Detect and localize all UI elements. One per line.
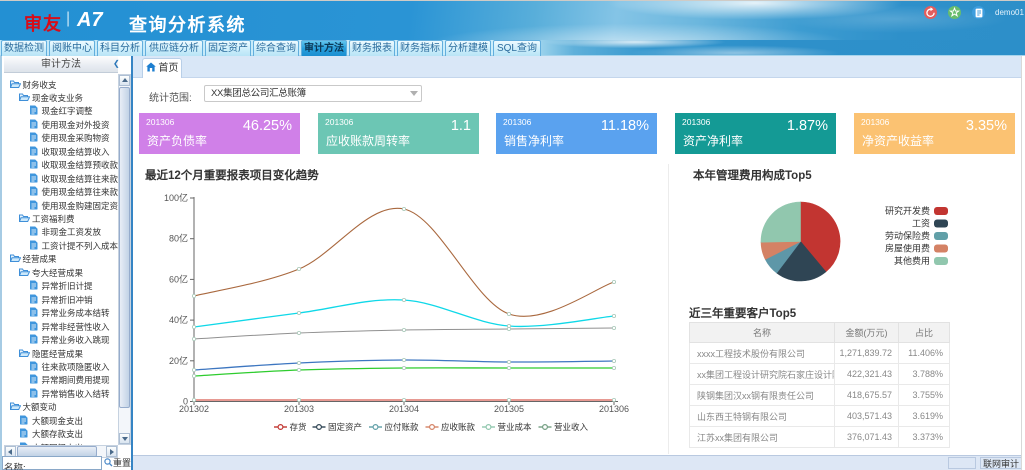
svg-text:40亿: 40亿 [169,314,188,325]
svg-text:房屋使用费: 房屋使用费 [885,243,930,254]
svg-text:其他费用: 其他费用 [894,255,930,266]
svg-text:201302: 201302 [179,404,209,414]
svg-text:60亿: 60亿 [169,273,188,284]
svg-text:固定资产: 固定资产 [328,422,362,432]
svg-text:201305: 201305 [494,404,524,414]
svg-text:201304: 201304 [389,404,419,414]
svg-text:劳动保险费: 劳动保险费 [885,230,930,241]
svg-text:研究开发费: 研究开发费 [885,205,930,216]
svg-text:201306: 201306 [599,404,629,414]
svg-text:80亿: 80亿 [169,233,188,244]
svg-text:应付账款: 应付账款 [385,422,420,432]
svg-text:营业成本: 营业成本 [498,422,533,432]
svg-text:应收账款: 应收账款 [441,422,476,432]
svg-text:100亿: 100亿 [164,192,188,203]
svg-text:20亿: 20亿 [169,355,188,366]
svg-text:工资: 工资 [912,219,930,229]
svg-text:201303: 201303 [284,404,314,414]
svg-text:存货: 存货 [290,422,308,432]
svg-text:营业收入: 营业收入 [554,422,589,432]
